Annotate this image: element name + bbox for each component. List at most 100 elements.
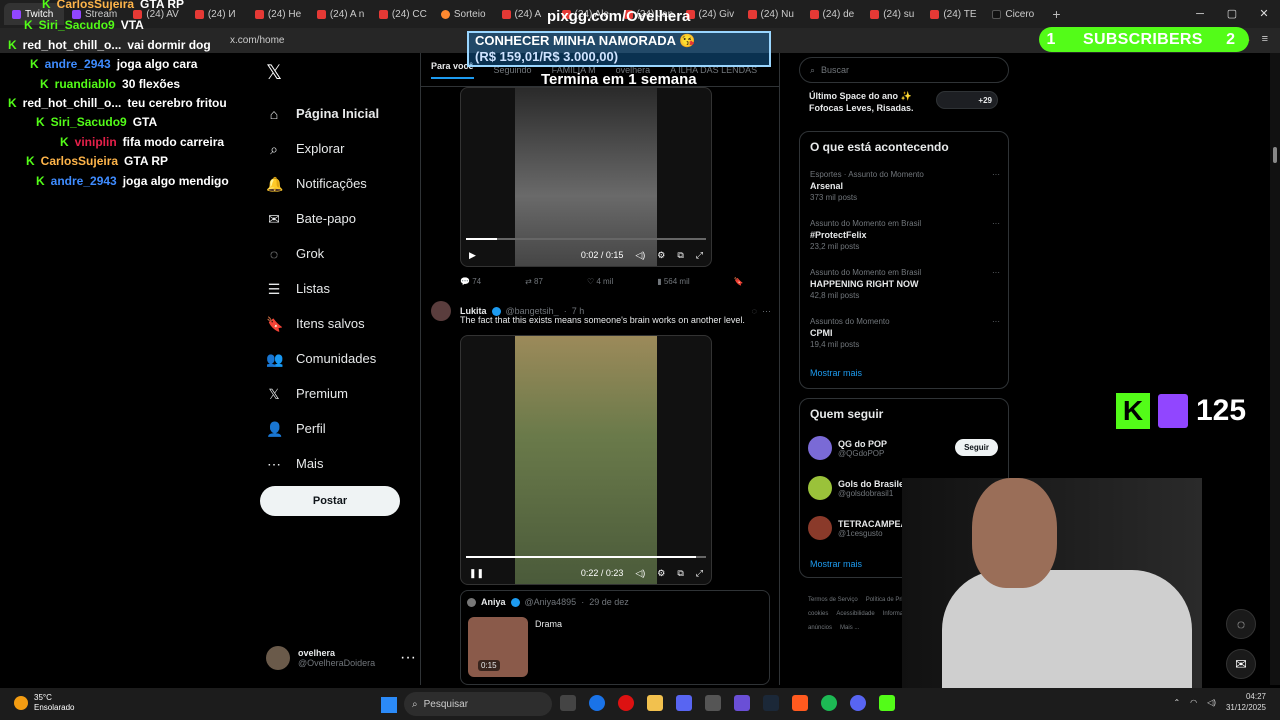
like-button[interactable]: ♡ 4 mil (587, 277, 613, 286)
app-icon[interactable] (705, 695, 721, 711)
page-scrollbar[interactable] (1270, 53, 1280, 685)
more-icon[interactable]: ··· (992, 170, 1000, 179)
sidebar-item-grok[interactable]: ◌ Grok (266, 236, 416, 271)
minimize-icon[interactable]: ─ (1184, 0, 1216, 28)
weather-widget[interactable]: 35°C Ensolarado (14, 693, 74, 713)
video-player[interactable]: ❚❚ 0:22 / 0:23 ◁) ⚙ ⧉ ⤢ (460, 335, 712, 585)
more-icon: ⋯ (267, 455, 281, 472)
chat-text: VTA (120, 18, 144, 32)
follow-button[interactable]: Seguir (955, 439, 998, 456)
trend-item[interactable]: Esportes · Assunto do Momento Arsenal 373 … (810, 170, 1000, 202)
follow-suggestion[interactable]: QG do POP @QGdoPOP Seguir (808, 436, 1000, 460)
sidebar-item-search[interactable]: ⌕ Explorar (266, 131, 416, 166)
more-icon[interactable]: ··· (400, 649, 416, 667)
pip-icon[interactable]: ⧉ (677, 568, 683, 579)
spotify-icon[interactable] (821, 695, 837, 711)
wifi-icon[interactable]: ◠ (1190, 698, 1197, 707)
settings-icon[interactable]: ⚙ (657, 250, 665, 261)
reply-button[interactable]: 💬 74 (460, 277, 481, 286)
sidebar-item-people[interactable]: 👥 Comunidades (266, 341, 416, 376)
windows-start-icon[interactable] (381, 697, 397, 713)
trend-item[interactable]: Assunto do Momento em Brasil HAPPENING RI… (810, 268, 1000, 300)
more-icon[interactable]: ··· (762, 306, 771, 316)
trend-item[interactable]: Assuntos do Momento CPMI 19,4 mil posts ··· (810, 317, 1000, 349)
browser-tab[interactable]: (24) de (802, 3, 863, 25)
sidebar-item-home[interactable]: ⌂ Página Inicial (266, 96, 416, 131)
video-progress[interactable] (466, 556, 706, 558)
steam-icon[interactable] (763, 695, 779, 711)
new-tab-button[interactable]: + (1044, 6, 1068, 22)
sidebar-item-bookmark[interactable]: 🔖 Itens salvos (266, 306, 416, 341)
sidebar-item-list[interactable]: ☰ Listas (266, 271, 416, 306)
sidebar-item-bell[interactable]: 🔔 Notificações (266, 166, 416, 201)
repost-button[interactable]: ⇄ 87 (525, 277, 543, 286)
mail-icon: ✉ (268, 210, 280, 227)
task-view-icon[interactable] (560, 695, 576, 711)
chat-text: GTA RP (124, 154, 169, 168)
tweet[interactable]: Lukita @bangetsih_ · 7 h ◌ ··· The fact … (431, 301, 771, 325)
fullscreen-icon[interactable]: ⤢ (696, 250, 703, 261)
bookmark-icon[interactable]: 🔖 (734, 277, 744, 286)
taskbar-search[interactable]: ⌕ Pesquisar (404, 692, 552, 716)
video-progress[interactable] (466, 238, 706, 240)
more-icon[interactable]: ··· (992, 268, 1000, 277)
brave-icon[interactable] (792, 695, 808, 711)
sidebar-item-mail[interactable]: ✉ Bate-papo (266, 201, 416, 236)
maximize-icon[interactable]: ▢ (1216, 0, 1248, 28)
discord-icon[interactable] (850, 695, 866, 711)
browser-tab[interactable]: (24) A (494, 3, 554, 25)
pause-icon[interactable]: ❚❚ (469, 568, 484, 579)
fullscreen-icon[interactable]: ⤢ (696, 568, 703, 579)
avatar[interactable] (431, 301, 451, 321)
volume-icon[interactable]: ◁) (635, 250, 645, 261)
pip-icon[interactable]: ⧉ (677, 250, 683, 261)
more-icon[interactable]: ··· (992, 219, 1000, 228)
grok-icon[interactable]: ◌ (1226, 609, 1256, 639)
show-more-link[interactable]: Mostrar mais (810, 559, 862, 569)
browser-tab[interactable]: (24) CC (371, 3, 433, 25)
grok-icon[interactable]: ◌ (752, 306, 757, 316)
chrome-icon[interactable] (589, 695, 605, 711)
kick-icon[interactable] (879, 695, 895, 711)
app-icon[interactable] (676, 695, 692, 711)
chevron-up-icon[interactable]: ⌃ (1173, 698, 1180, 707)
opera-icon[interactable] (618, 695, 634, 711)
account-switcher[interactable]: ovelhera @OvelheraDoidera ··· (266, 646, 416, 670)
sidebar-item-x-logo[interactable]: 𝕏 Premium (266, 376, 416, 411)
sidebar-item-more[interactable]: ⋯ Mais (266, 446, 416, 481)
app-icon[interactable] (734, 695, 750, 711)
footer-link[interactable]: Termos de Serviço (808, 597, 858, 603)
footer-link[interactable]: Mais ... (840, 625, 859, 631)
browser-tab[interactable]: (24) A n (309, 3, 371, 25)
more-icon[interactable]: ··· (992, 317, 1000, 326)
video-player[interactable]: ▶ 0:02 / 0:15 ◁) ⚙ ⧉ ⤢ (460, 87, 712, 267)
show-more-link[interactable]: Mostrar mais (810, 368, 862, 378)
post-button[interactable]: Postar (260, 486, 400, 516)
x-logo-icon[interactable]: 𝕏 (266, 60, 282, 85)
browser-tab[interactable]: (24) TE (922, 3, 984, 25)
chat-message: Kandre_2943 joga algo mendigo (36, 174, 229, 188)
messages-icon[interactable]: ✉ (1226, 649, 1256, 679)
clock[interactable]: 04:27 31/12/2025 (1226, 691, 1266, 713)
quoted-tweet[interactable]: Aniya @Aniya4895 · 29 de dez 0:15 Drama (460, 590, 770, 685)
browser-tab[interactable]: Sorteio (433, 3, 494, 25)
search-input[interactable]: ⌕ Buscar (799, 57, 1009, 83)
folder-icon[interactable] (647, 695, 663, 711)
settings-icon[interactable]: ⚙ (657, 568, 665, 579)
sidebar-item-user[interactable]: 👤 Perfil (266, 411, 416, 446)
volume-icon[interactable]: ◁) (635, 568, 645, 579)
trend-item[interactable]: Assunto do Momento em Brasil #ProtectFeli… (810, 219, 1000, 251)
browser-tab[interactable]: (24) su (862, 3, 922, 25)
space-listeners[interactable]: +29 (936, 91, 998, 109)
live-space[interactable]: Último Space do ano ✨ Fofocas Leves, Ris… (809, 90, 914, 114)
views-count[interactable]: ▮ 564 mil (657, 277, 689, 286)
footer-link[interactable]: Acessibilidade (836, 611, 874, 617)
volume-icon[interactable]: ◁) (1207, 698, 1216, 707)
browser-tab[interactable]: Cicero (984, 3, 1044, 25)
sidebar-item-label: Notificações (296, 176, 367, 191)
menu-icon[interactable]: ≡ (1262, 33, 1268, 46)
close-icon[interactable]: ✕ (1248, 0, 1280, 28)
browser-tab[interactable]: (24) He (247, 3, 309, 25)
play-icon[interactable]: ▶ (469, 250, 476, 261)
browser-tab[interactable]: (24) Nu (740, 3, 802, 25)
